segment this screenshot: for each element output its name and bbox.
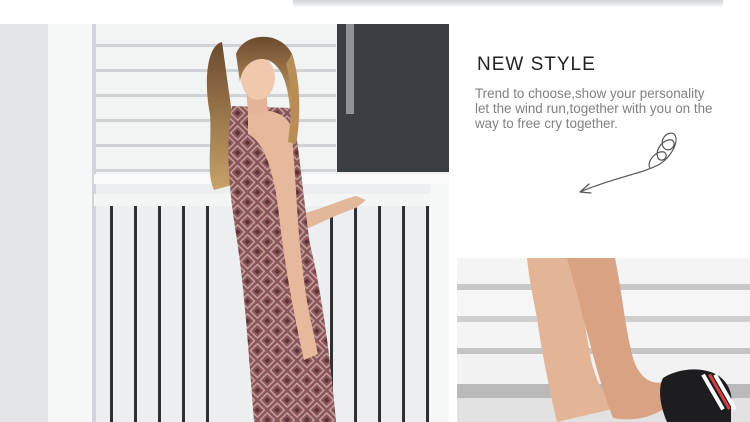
shoe-detail-illustration: [457, 258, 750, 422]
swirl-arrow-icon: [579, 132, 677, 194]
copy-line-2: let the wind run,together with you on th…: [475, 101, 713, 116]
promo-text-block: NEW STYLE Trend to choose,show your pers…: [475, 54, 745, 131]
headline: NEW STYLE: [477, 54, 596, 75]
copy-line-1: Trend to choose,show your personality: [475, 86, 705, 101]
top-photo-edge: [293, 0, 723, 8]
shoe-detail-photo: [457, 258, 750, 422]
promo-copy: Trend to choose,show your personality le…: [475, 86, 745, 131]
model-photo-illustration: [0, 24, 449, 422]
model-photo: [0, 24, 449, 422]
